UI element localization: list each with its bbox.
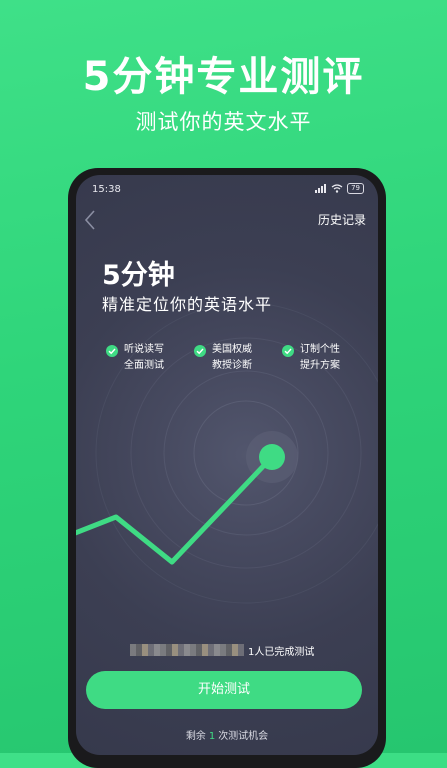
history-link[interactable]: 历史记录 [318, 211, 366, 228]
chevron-left-icon[interactable] [82, 209, 100, 231]
feature-line-1: 听说读写 [124, 344, 164, 355]
promo-subtitle: 测试你的英文水平 [135, 110, 312, 134]
remaining-count: 1 [208, 731, 216, 742]
growth-line [76, 454, 275, 565]
feature-line-2: 教授诊断 [212, 360, 252, 371]
hero-subtitle: 精准定位你的英语水平 [102, 295, 273, 314]
completed-users-row: 1人已完成测试 [130, 641, 370, 659]
remaining-attempts: 剩余 1 次测试机会 [76, 727, 378, 742]
status-bar: 15:38 79 [76, 175, 378, 201]
growth-endpoint [259, 444, 285, 470]
check-circle-icon [282, 345, 294, 357]
wifi-icon [331, 184, 343, 193]
completed-count-text: 1人已完成测试 [248, 647, 315, 658]
app-screen: 15:38 79 历史记录 5分钟 精准定位你的英语水平 听说读写 全面测试 美… [76, 175, 378, 755]
status-time: 15:38 [92, 184, 121, 195]
blurred-avatars [130, 644, 244, 656]
feature-line-2: 全面测试 [124, 360, 164, 371]
feature-line-1: 美国权威 [212, 344, 252, 355]
check-circle-icon [194, 345, 206, 357]
start-test-button[interactable]: 开始测试 [86, 671, 362, 709]
remaining-prefix: 剩余 [185, 731, 206, 742]
hero-title: 5分钟 [102, 260, 175, 291]
remaining-suffix: 次测试机会 [218, 731, 269, 742]
feature-line-2: 提升方案 [300, 360, 340, 371]
promo-title: 5分钟专业测评 [82, 54, 365, 100]
battery-icon: 79 [347, 183, 364, 194]
feature-line-1: 订制个性 [300, 344, 340, 355]
signal-icon [315, 184, 327, 193]
check-circle-icon [106, 345, 118, 357]
